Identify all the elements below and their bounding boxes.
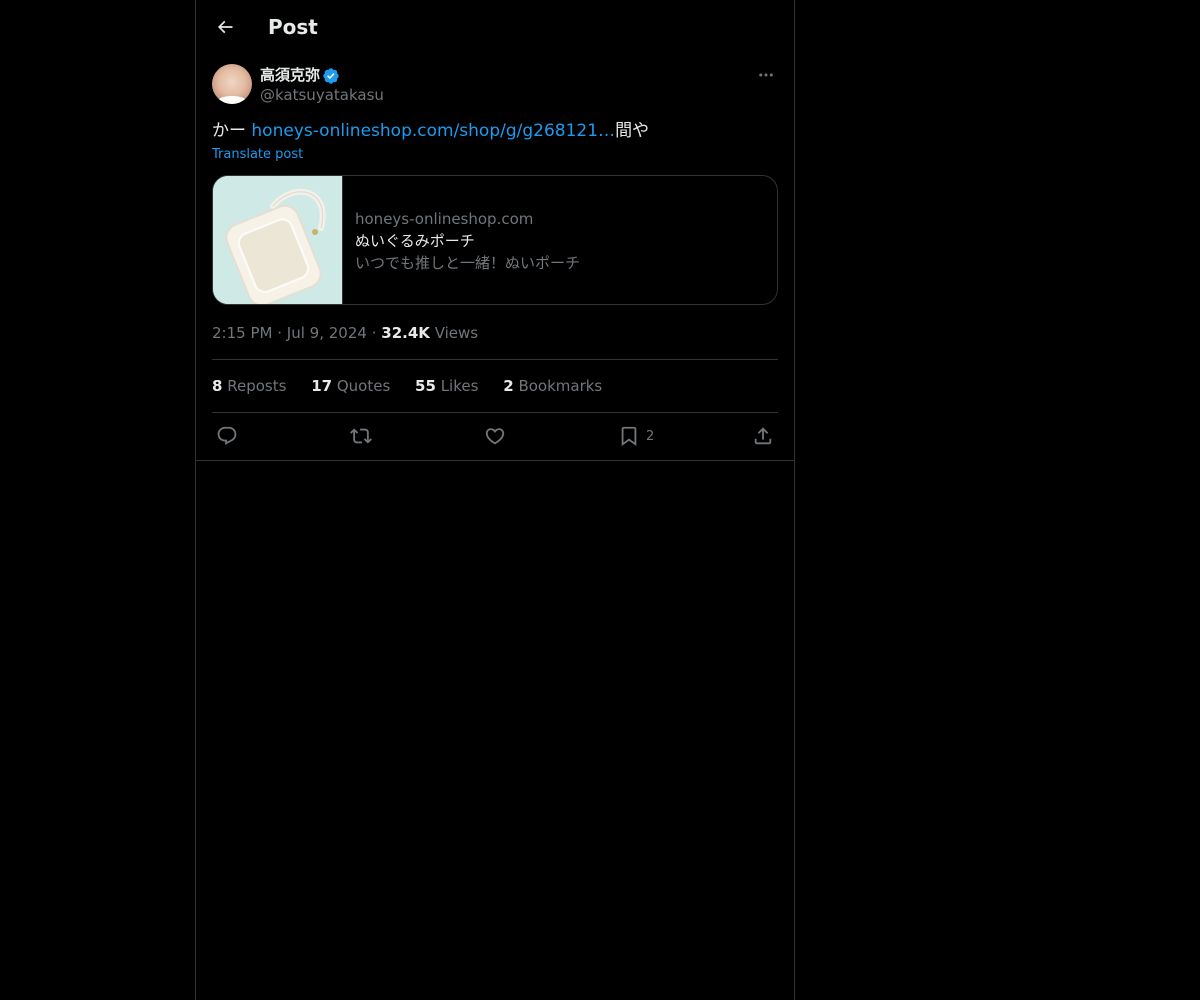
post-text: かー honeys-onlineshop.com/shop/g/g268121…… (212, 119, 649, 143)
card-image (213, 176, 343, 304)
share-icon (754, 427, 772, 445)
stat-label: Likes (440, 377, 479, 395)
arrow-left-icon (217, 20, 233, 34)
post-time[interactable]: 2:15 PM (212, 324, 272, 342)
divider (212, 359, 778, 360)
reply-button[interactable] (216, 424, 238, 448)
verified-badge-icon (323, 68, 339, 84)
page-title: Post (268, 15, 318, 39)
card-description: いつでも推しと一緒！ぬいポーチ (355, 254, 581, 272)
post-meta: 2:15 PM · Jul 9, 2024 · 32.4K Views (212, 323, 478, 343)
stat-reposts[interactable]: 8 Reposts (212, 376, 286, 396)
more-icon (759, 73, 773, 77)
bookmark-button[interactable]: 2 (618, 424, 654, 448)
post-text-prefix: かー (212, 121, 252, 141)
author-name[interactable]: 高須克弥 (260, 65, 320, 85)
post-actions: 2 (212, 424, 778, 448)
card-domain: honeys-onlineshop.com (355, 210, 534, 228)
post-stats: 8 Reposts 17 Quotes 55 Likes 2 Bookmarks (212, 376, 622, 396)
stat-likes[interactable]: 55 Likes (415, 376, 478, 396)
post-text-suffix: 間や (615, 121, 650, 141)
post-date[interactable]: Jul 9, 2024 (287, 324, 367, 342)
share-button[interactable] (752, 424, 774, 448)
views-label: Views (434, 324, 479, 342)
repost-button[interactable] (350, 424, 372, 448)
like-button[interactable] (484, 424, 506, 448)
more-options-button[interactable] (754, 64, 778, 86)
bookmark-count: 2 (646, 428, 655, 444)
back-button[interactable] (208, 10, 242, 44)
stat-count: 55 (415, 377, 436, 395)
heart-icon (485, 428, 505, 445)
stat-label: Reposts (227, 377, 287, 395)
stat-label: Bookmarks (518, 377, 603, 395)
link-preview-card[interactable]: honeys-onlineshop.com ぬいぐるみポーチ いつでも推しと一緒… (212, 175, 778, 305)
avatar[interactable] (212, 64, 252, 104)
post-header: Post (196, 0, 794, 53)
meta-separator: · (371, 324, 377, 342)
stat-bookmarks[interactable]: 2 Bookmarks (503, 376, 602, 396)
stat-count: 17 (311, 377, 333, 395)
author-handle[interactable]: @katsuyatakasu (260, 85, 384, 105)
stat-count: 2 (503, 377, 514, 395)
views-count: 32.4K (381, 324, 430, 342)
card-title: ぬいぐるみポーチ (355, 232, 475, 250)
repost-icon (350, 428, 372, 444)
post-link[interactable]: honeys-onlineshop.com/shop/g/g268121… (251, 121, 615, 141)
reply-icon (217, 426, 237, 445)
translate-post-link[interactable]: Translate post (212, 146, 303, 164)
divider (212, 412, 778, 413)
bookmark-icon (621, 426, 637, 447)
stat-quotes[interactable]: 17 Quotes (311, 376, 390, 396)
meta-separator: · (277, 324, 283, 342)
post-bottom-divider (196, 460, 794, 461)
stat-label: Quotes (336, 377, 391, 395)
stat-count: 8 (212, 377, 223, 395)
post-column: Post 高須克弥 @katsuyatakasu かー honeys-onlin… (195, 0, 795, 1000)
